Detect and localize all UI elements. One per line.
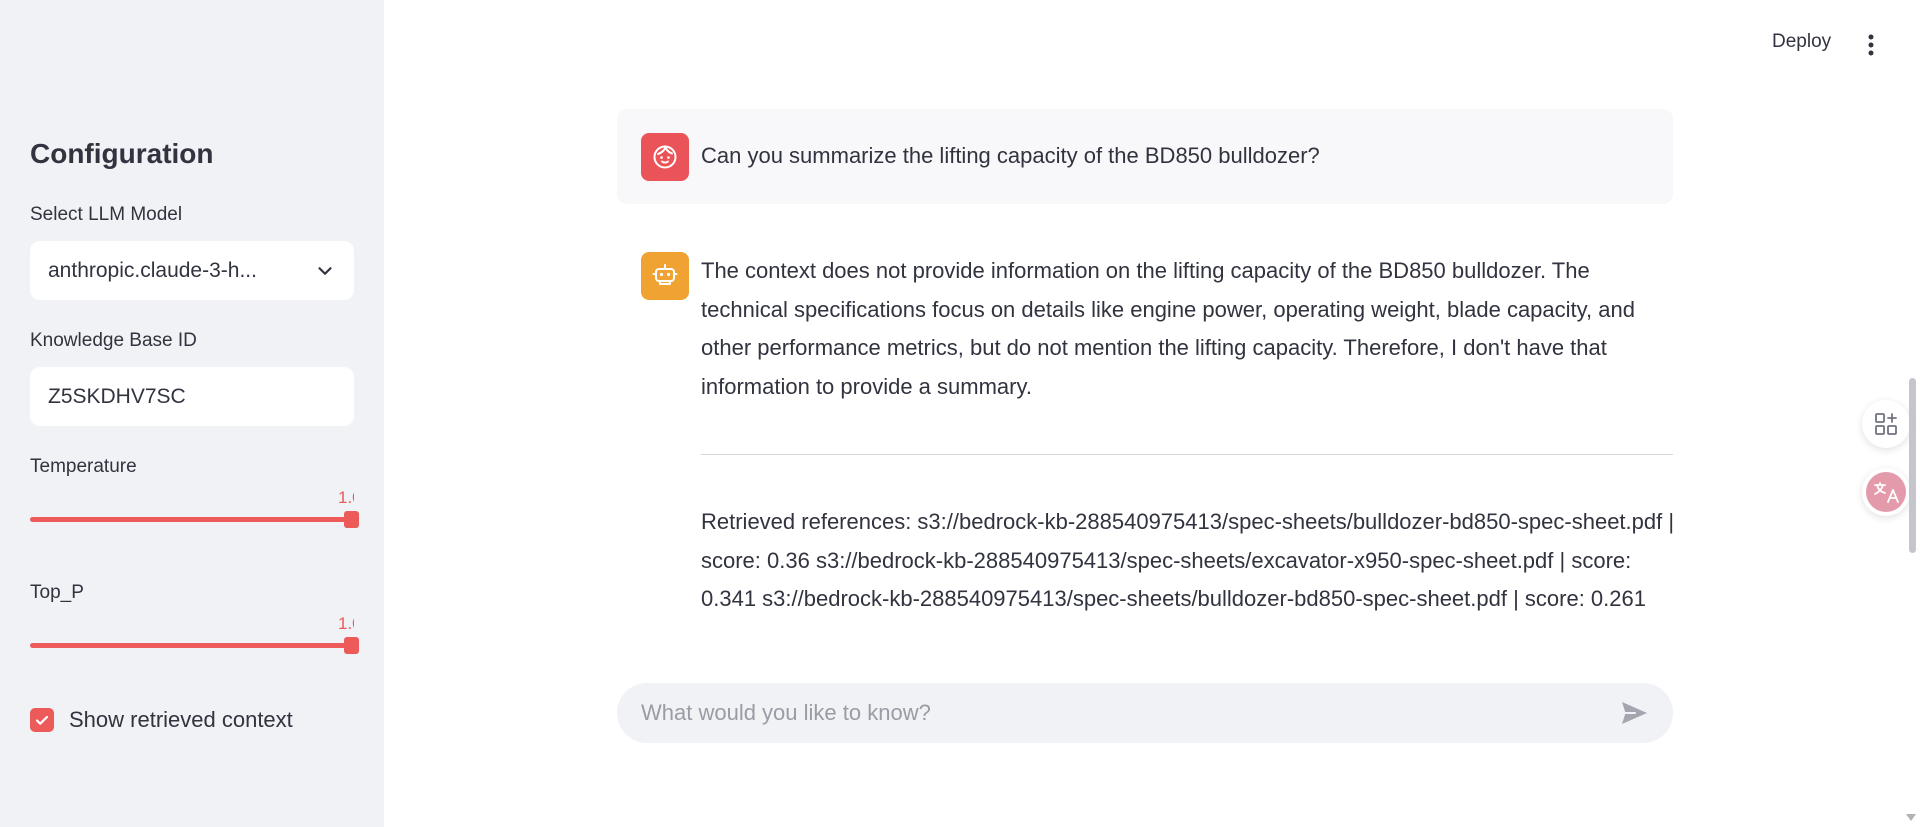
divider: [701, 454, 1673, 455]
sidebar: Configuration Select LLM Model anthropic…: [0, 0, 384, 827]
temperature-value: 1.0: [338, 488, 354, 507]
model-select-label: Select LLM Model: [30, 204, 183, 225]
deploy-button[interactable]: Deploy: [1772, 31, 1831, 53]
send-icon[interactable]: [1619, 698, 1649, 728]
top-p-label: Top_P: [30, 582, 84, 603]
top-p-value: 1.0: [338, 614, 354, 633]
model-select[interactable]: anthropic.claude-3-h...: [30, 241, 354, 300]
more-vertical-icon[interactable]: [1861, 30, 1881, 60]
temperature-slider-track: [30, 517, 354, 522]
assistant-message-text: The context does not provide information…: [701, 258, 1635, 399]
show-context-label: Show retrieved context: [69, 707, 293, 732]
top-p-slider[interactable]: 1.0: [30, 614, 359, 654]
chat-input[interactable]: What would you like to know?: [617, 683, 1673, 743]
robot-icon: [641, 252, 689, 300]
user-message-text: Can you summarize the lifting capacity o…: [701, 143, 1320, 168]
checkbox-checked-icon[interactable]: [30, 708, 54, 732]
retrieved-references: Retrieved references: s3://bedrock-kb-28…: [701, 509, 1675, 611]
temperature-label: Temperature: [30, 456, 137, 477]
temperature-slider-thumb[interactable]: [344, 511, 359, 528]
model-select-value: anthropic.claude-3-h...: [48, 258, 257, 282]
scroll-down-arrow-icon[interactable]: [1906, 814, 1916, 821]
scrollbar-thumb[interactable]: [1909, 378, 1916, 553]
kb-id-label: Knowledge Base ID: [30, 330, 197, 351]
translate-icon[interactable]: [1862, 468, 1910, 516]
user-face-icon: [641, 133, 689, 181]
temperature-slider[interactable]: 1.0: [30, 488, 359, 528]
top-p-slider-thumb[interactable]: [344, 637, 359, 654]
temperature-slider-fill: [30, 517, 354, 522]
sidebar-title: Configuration: [30, 138, 214, 169]
top-p-slider-fill: [30, 643, 354, 648]
add-widget-icon[interactable]: [1862, 400, 1910, 448]
chat-input-placeholder: What would you like to know?: [641, 700, 931, 725]
show-context-checkbox[interactable]: Show retrieved context: [30, 707, 293, 733]
kb-id-input[interactable]: Z5SKDHV7SC: [30, 367, 354, 426]
user-message: Can you summarize the lifting capacity o…: [617, 109, 1673, 204]
top-p-slider-track: [30, 643, 354, 648]
chevron-down-icon: [318, 266, 332, 275]
